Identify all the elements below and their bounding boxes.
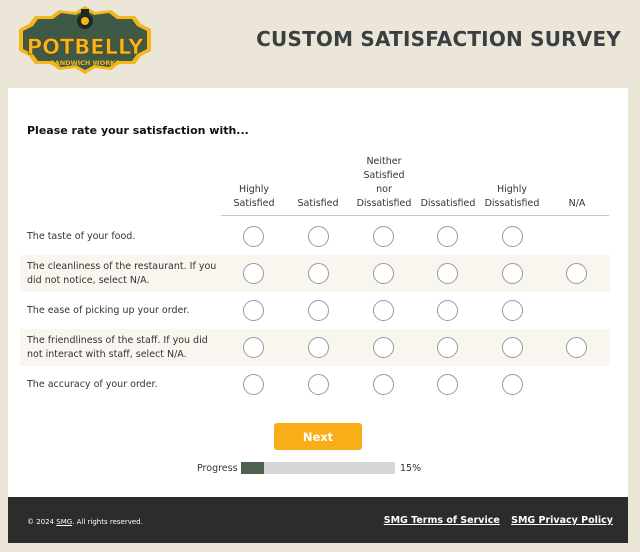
progress-percent: 15%	[400, 463, 422, 474]
question-row: The taste of your food.	[20, 218, 610, 255]
survey-panel: Please rate your satisfaction with... Hi…	[8, 88, 628, 497]
radio-na[interactable]	[566, 337, 587, 358]
question-row: The friendliness of the staff. If you di…	[20, 329, 610, 366]
copyright-text: © 2024 SMG. All rights reserved.	[27, 518, 143, 526]
radio-satisfied[interactable]	[308, 374, 329, 395]
radio-satisfied[interactable]	[308, 300, 329, 321]
footer-links: SMG Terms of Service SMG Privacy Policy	[376, 515, 613, 526]
footer: © 2024 SMG. All rights reserved. SMG Ter…	[8, 497, 628, 543]
progress-label: Progress	[197, 463, 238, 474]
radio-dissatisfied[interactable]	[437, 374, 458, 395]
column-header-line: Satisfied	[363, 170, 405, 181]
question-row: The cleanliness of the restaurant. If yo…	[20, 255, 610, 292]
question-label: The accuracy of your order.	[27, 378, 158, 390]
radio-highly-satisfied[interactable]	[243, 300, 264, 321]
page-title: CUSTOM SATISFACTION SURVEY	[256, 27, 621, 51]
smg-link[interactable]: SMG	[56, 518, 72, 526]
column-header-line: Neither	[366, 156, 402, 167]
radio-na[interactable]	[566, 263, 587, 284]
question-label: The friendliness of the staff. If you di…	[27, 334, 208, 360]
radio-dissatisfied[interactable]	[437, 226, 458, 247]
radio-highly-dissatisfied[interactable]	[502, 374, 523, 395]
progress-fill	[241, 462, 265, 474]
column-header-na: N/A	[545, 197, 609, 211]
question-row: The ease of picking up your order.	[20, 292, 610, 329]
logo-wordmark: POTBELLY	[27, 35, 144, 59]
copyright-suffix: . All rights reserved.	[72, 518, 143, 526]
column-header-satisfied: Satisfied	[286, 197, 350, 211]
column-header-line: Dissatisfied	[420, 198, 476, 209]
column-header-line: nor	[376, 184, 392, 195]
radio-neutral[interactable]	[373, 337, 394, 358]
radio-highly-dissatisfied[interactable]	[502, 337, 523, 358]
column-header-neutral: Neither Satisfied nor Dissatisfied	[351, 155, 417, 211]
radio-satisfied[interactable]	[308, 263, 329, 284]
column-header-line: Dissatisfied	[484, 198, 540, 209]
copyright-prefix: © 2024	[27, 518, 57, 526]
radio-neutral[interactable]	[373, 226, 394, 247]
radio-highly-dissatisfied[interactable]	[502, 226, 523, 247]
radio-dissatisfied[interactable]	[437, 263, 458, 284]
header: POTBELLY SANDWICH WORKS CUSTOM SATISFACT…	[0, 0, 640, 88]
question-label: The taste of your food.	[27, 230, 136, 242]
rating-scale-header: Highly Satisfied Satisfied Neither Satis…	[221, 138, 609, 216]
privacy-policy-link[interactable]: SMG Privacy Policy	[511, 515, 613, 526]
radio-neutral[interactable]	[373, 263, 394, 284]
column-header-line: N/A	[568, 198, 586, 209]
column-header-line: Highly	[496, 184, 528, 195]
logo-subtext: SANDWICH WORKS	[50, 59, 120, 67]
radio-highly-satisfied[interactable]	[243, 226, 264, 247]
potbelly-logo: POTBELLY SANDWICH WORKS	[19, 6, 151, 74]
column-header-line: Satisfied	[233, 198, 275, 209]
radio-highly-satisfied[interactable]	[243, 263, 264, 284]
question-label: The ease of picking up your order.	[27, 304, 190, 316]
question-label: The cleanliness of the restaurant. If yo…	[27, 260, 217, 286]
column-header-highly-satisfied: Highly Satisfied	[222, 183, 286, 211]
radio-neutral[interactable]	[373, 374, 394, 395]
radio-neutral[interactable]	[373, 300, 394, 321]
column-header-line: Highly	[238, 184, 270, 195]
terms-of-service-link[interactable]: SMG Terms of Service	[384, 515, 500, 526]
column-header-dissatisfied: Dissatisfied	[416, 197, 480, 211]
column-header-line: Dissatisfied	[356, 198, 412, 209]
progress-bar	[241, 462, 395, 474]
column-header-highly-dissatisfied: Highly Dissatisfied	[480, 183, 544, 211]
next-button[interactable]: Next	[274, 423, 362, 450]
column-header-line: Satisfied	[297, 198, 339, 209]
radio-highly-satisfied[interactable]	[243, 374, 264, 395]
radio-dissatisfied[interactable]	[437, 300, 458, 321]
question-row: The accuracy of your order.	[20, 366, 610, 403]
radio-satisfied[interactable]	[308, 226, 329, 247]
radio-highly-dissatisfied[interactable]	[502, 263, 523, 284]
radio-highly-dissatisfied[interactable]	[502, 300, 523, 321]
question-prompt: Please rate your satisfaction with...	[27, 124, 249, 137]
radio-highly-satisfied[interactable]	[243, 337, 264, 358]
radio-satisfied[interactable]	[308, 337, 329, 358]
radio-dissatisfied[interactable]	[437, 337, 458, 358]
